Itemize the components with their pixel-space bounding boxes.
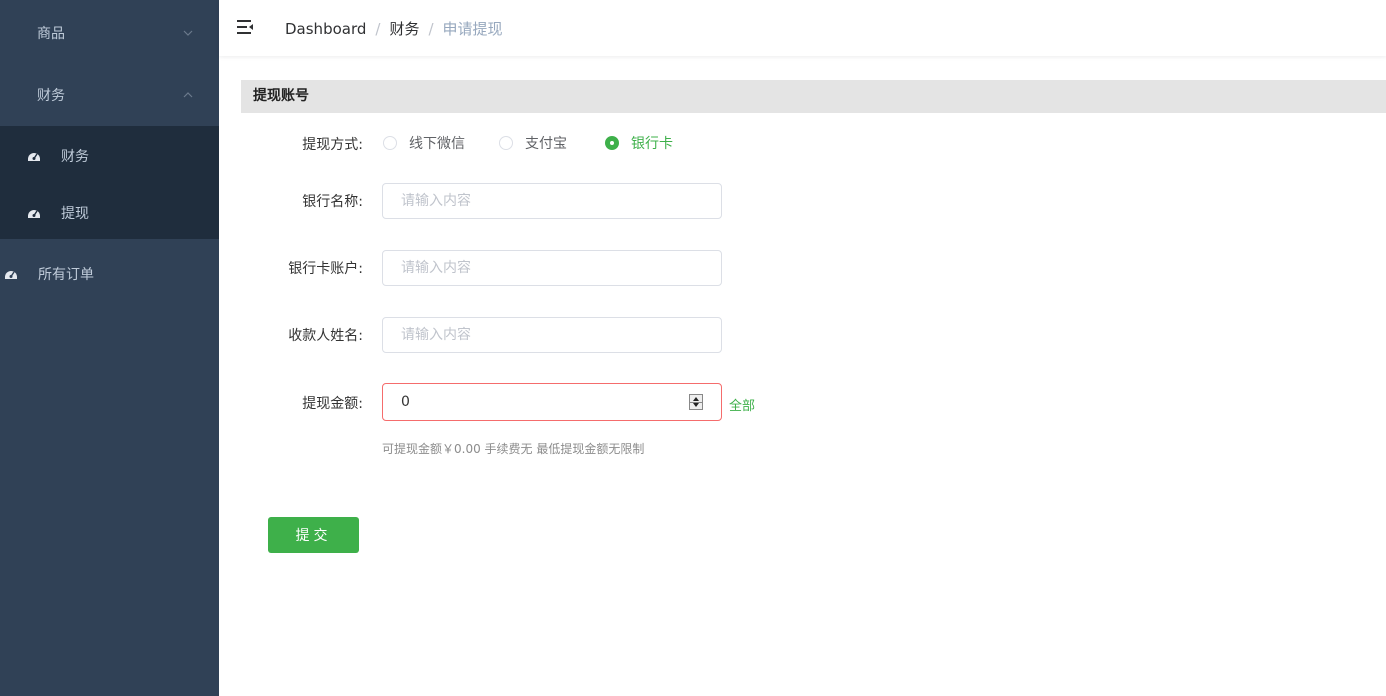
section-title: 提现账号 <box>241 80 1386 113</box>
bank-name-label: 银行名称: <box>302 194 363 210</box>
sidebar-menu-label: 商品 <box>37 26 65 42</box>
radio-label: 银行卡 <box>631 136 673 152</box>
bank-account-input[interactable] <box>383 251 721 285</box>
radio-bank-card[interactable]: 银行卡 <box>605 133 673 153</box>
radio-circle <box>383 136 397 150</box>
radio-wechat[interactable]: 线下微信 <box>383 133 465 153</box>
stepper-down-icon[interactable] <box>693 403 699 407</box>
sidebar-item-label: 提现 <box>61 206 89 222</box>
amount-hint: 可提现金额￥0.00 手续费无 最低提现金额无限制 <box>382 442 645 456</box>
payee-name-field <box>382 317 722 353</box>
breadcrumb: Dashboard / 财务 / 申请提现 <box>285 18 503 39</box>
method-label: 提现方式: <box>302 137 363 153</box>
sidebar-menu-finance[interactable]: 财务 <box>0 67 219 123</box>
hamburger-icon[interactable] <box>236 17 256 37</box>
dashboard-icon <box>28 153 40 161</box>
payee-name-input[interactable] <box>383 318 721 352</box>
sidebar-item-label: 财务 <box>61 149 89 165</box>
bank-account-label: 银行卡账户: <box>288 261 363 277</box>
all-amount-link[interactable]: 全部 <box>729 395 755 414</box>
breadcrumb-item-finance[interactable]: 财务 <box>389 18 419 39</box>
amount-input[interactable] <box>383 384 721 420</box>
number-stepper[interactable] <box>689 394 703 410</box>
bank-account-field <box>382 250 722 286</box>
sidebar-menu-label: 财务 <box>37 88 65 104</box>
sidebar: 商品 财务 财务 提现 所有订单 <box>0 0 219 696</box>
chevron-up-icon <box>183 92 193 98</box>
sidebar-menu-goods[interactable]: 商品 <box>0 5 219 61</box>
radio-alipay[interactable]: 支付宝 <box>499 133 567 153</box>
sidebar-item-label: 所有订单 <box>38 267 94 283</box>
radio-label: 支付宝 <box>525 136 567 152</box>
radio-label: 线下微信 <box>409 136 465 152</box>
payee-name-label: 收款人姓名: <box>288 328 363 344</box>
stepper-up-icon[interactable] <box>693 397 699 401</box>
breadcrumb-item-dashboard[interactable]: Dashboard <box>285 20 366 38</box>
bank-name-field <box>382 183 722 219</box>
sidebar-item-withdraw[interactable]: 提现 <box>0 185 219 241</box>
dashboard-icon <box>5 271 17 279</box>
breadcrumb-separator: / <box>375 19 381 38</box>
radio-circle <box>605 136 619 150</box>
sidebar-item-all-orders[interactable]: 所有订单 <box>0 246 219 302</box>
sidebar-item-finance[interactable]: 财务 <box>0 128 219 184</box>
navbar: Dashboard / 财务 / 申请提现 <box>219 0 1386 56</box>
sidebar-submenu: 财务 提现 <box>0 126 219 239</box>
chevron-down-icon <box>183 30 193 36</box>
method-radio-group: 线下微信 支付宝 银行卡 <box>383 133 673 153</box>
breadcrumb-separator: / <box>428 19 434 38</box>
submit-button[interactable]: 提交 <box>268 517 359 553</box>
bank-name-input[interactable] <box>383 184 721 218</box>
amount-label: 提现金额: <box>302 396 363 412</box>
dashboard-icon <box>28 210 40 218</box>
radio-circle <box>499 136 513 150</box>
breadcrumb-item-current: 申请提现 <box>442 20 503 38</box>
amount-field <box>382 383 722 421</box>
